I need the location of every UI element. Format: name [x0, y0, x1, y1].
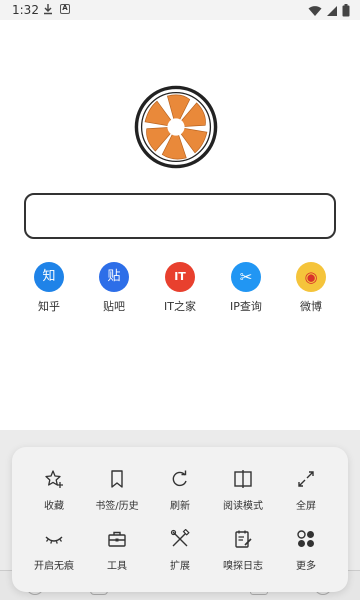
bookmark-icon	[111, 470, 123, 488]
menu-bookmarks-history-button[interactable]: 书签/历史	[85, 469, 149, 525]
menu-reading-mode-label: 阅读模式	[223, 501, 263, 512]
search-input[interactable]	[26, 195, 334, 237]
status-time: 1:32	[12, 3, 39, 17]
book-open-icon	[234, 470, 252, 488]
menu-favorite-label: 收藏	[44, 501, 64, 512]
shortcut-ithome[interactable]: IT IT之家	[148, 262, 212, 314]
menu-bookmarks-history-label: 书签/历史	[95, 501, 139, 512]
battery-icon	[342, 4, 350, 17]
shortcut-label: 贴吧	[103, 300, 125, 313]
fullscreen-icon	[298, 471, 314, 487]
search-box[interactable]	[24, 193, 336, 239]
signal-icon	[327, 5, 337, 16]
app-notification-icon: A	[60, 4, 70, 14]
menu-sniff-log-button[interactable]: 嗅探日志	[211, 529, 275, 585]
menu-reading-mode-button[interactable]: 阅读模式	[211, 469, 275, 525]
menu-incognito-label: 开启无痕	[34, 561, 74, 572]
weibo-icon: ◉	[296, 262, 326, 292]
menu-fullscreen-button[interactable]: 全屏	[274, 469, 338, 525]
shortcut-zhihu[interactable]: 知 知乎	[17, 262, 81, 314]
menu-tools-button[interactable]: 工具	[85, 529, 149, 585]
zhihu-icon: 知	[34, 262, 64, 292]
menu-tools-label: 工具	[107, 561, 127, 572]
menu-fullscreen-label: 全屏	[296, 501, 316, 512]
ip-lookup-icon: ✂	[231, 262, 261, 292]
shortcut-label: IT之家	[164, 300, 196, 313]
more-dots-icon	[297, 530, 314, 547]
shortcut-tieba[interactable]: 贴 贴吧	[82, 262, 146, 314]
menu-refresh-button[interactable]: 刷新	[148, 469, 212, 525]
shortcut-weibo[interactable]: ◉ 微博	[279, 262, 343, 314]
closed-eye-icon	[45, 536, 63, 544]
tieba-icon: 贴	[99, 262, 129, 292]
status-indicators	[308, 4, 350, 17]
star-plus-icon	[45, 470, 63, 488]
ithome-icon: IT	[165, 262, 195, 292]
quick-shortcuts: 知 知乎 贴 贴吧 IT IT之家 ✂ IP查询 ◉ 微博	[0, 262, 360, 322]
browser-logo	[134, 85, 218, 169]
shortcut-label: IP查询	[230, 300, 262, 313]
menu-more-label: 更多	[296, 561, 316, 572]
menu-extensions-button[interactable]: 扩展	[148, 529, 212, 585]
wifi-icon	[308, 5, 322, 16]
download-icon	[44, 4, 52, 15]
toolbox-icon	[108, 531, 126, 547]
browser-menu-panel: 收藏 书签/历史 刷新 阅读模式 全屏 开启无痕 工具 扩展 嗅探日志 更多	[12, 447, 348, 592]
menu-refresh-label: 刷新	[170, 501, 190, 512]
menu-more-button[interactable]: 更多	[274, 529, 338, 585]
browser-screen: 1:32 A 知 知乎 贴 贴吧 IT IT之家 ✂ IP查询 ◉ 微博 收藏 …	[0, 0, 360, 600]
menu-extensions-label: 扩展	[170, 561, 190, 572]
shortcut-label: 知乎	[38, 300, 60, 313]
log-edit-icon	[235, 530, 252, 548]
shortcut-label: 微博	[300, 300, 322, 313]
menu-favorite-button[interactable]: 收藏	[22, 469, 86, 525]
refresh-icon	[172, 470, 187, 487]
tools-cross-icon	[170, 529, 190, 547]
status-bar: 1:32 A	[0, 0, 360, 20]
menu-incognito-button[interactable]: 开启无痕	[22, 529, 86, 585]
menu-sniff-log-label: 嗅探日志	[223, 561, 263, 572]
shortcut-ip-lookup[interactable]: ✂ IP查询	[214, 262, 278, 314]
